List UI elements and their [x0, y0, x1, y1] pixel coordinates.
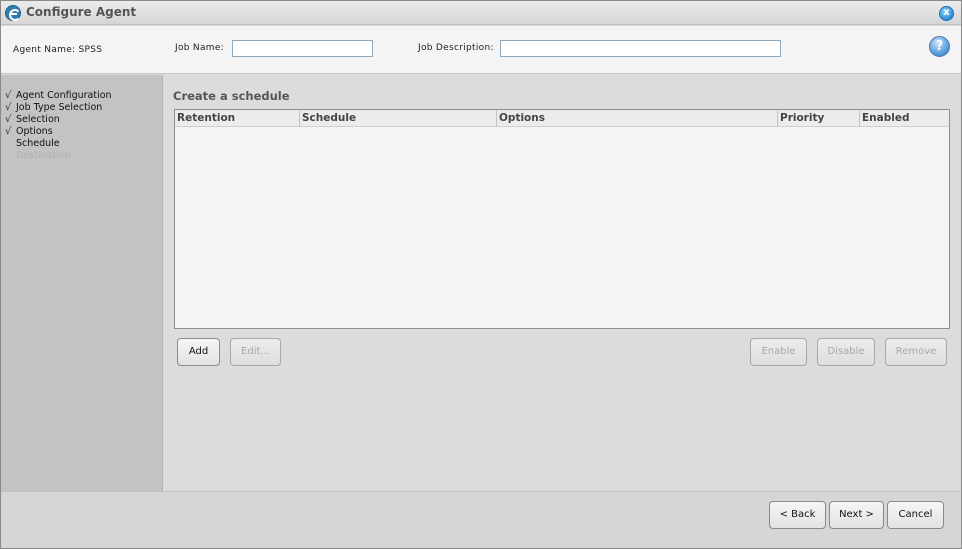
close-icon[interactable]: x — [939, 6, 954, 21]
checkmark-icon: √ — [5, 126, 12, 137]
disable-button[interactable]: Disable — [817, 338, 875, 366]
app-logo-icon — [5, 5, 21, 21]
step-selection[interactable]: √ Selection — [1, 114, 162, 126]
checkmark-icon: √ — [5, 114, 12, 125]
step-schedule[interactable]: Schedule — [1, 138, 162, 150]
table-header: Retention Schedule Options Priority Enab… — [175, 110, 949, 127]
column-header-enabled[interactable]: Enabled — [860, 110, 949, 127]
column-header-schedule[interactable]: Schedule — [300, 110, 497, 127]
schedule-panel: Create a schedule Retention Schedule Opt… — [164, 75, 961, 491]
back-button[interactable]: < Back — [769, 501, 826, 529]
add-button[interactable]: Add — [177, 338, 220, 366]
step-label: Destination — [16, 150, 71, 161]
step-job-type-selection[interactable]: √ Job Type Selection — [1, 102, 162, 114]
next-button[interactable]: Next > — [829, 501, 884, 529]
cancel-button[interactable]: Cancel — [887, 501, 944, 529]
help-icon[interactable]: ? — [929, 36, 950, 57]
step-label: Schedule — [16, 138, 60, 149]
step-label: Selection — [16, 114, 60, 125]
step-label: Options — [16, 126, 53, 137]
edit-button[interactable]: Edit... — [230, 338, 281, 366]
section-title: Create a schedule — [173, 89, 290, 103]
step-agent-configuration[interactable]: √ Agent Configuration — [1, 90, 162, 102]
job-description-input[interactable] — [500, 40, 781, 57]
title-bar: Configure Agent x — [1, 1, 961, 25]
column-header-options[interactable]: Options — [497, 110, 778, 127]
enable-button[interactable]: Enable — [750, 338, 807, 366]
step-label: Agent Configuration — [16, 90, 112, 101]
column-header-priority[interactable]: Priority — [778, 110, 860, 127]
step-options[interactable]: √ Options — [1, 126, 162, 138]
schedule-table[interactable]: Retention Schedule Options Priority Enab… — [174, 109, 950, 329]
window-title: Configure Agent — [26, 5, 137, 19]
configure-agent-window: Configure Agent x Agent Name: SPSS Job N… — [0, 0, 962, 549]
checkmark-icon: √ — [5, 102, 12, 113]
agent-name-label: Agent Name: SPSS — [13, 45, 103, 55]
job-name-label: Job Name: — [175, 43, 225, 53]
column-header-retention[interactable]: Retention — [175, 110, 300, 127]
checkmark-icon: √ — [5, 90, 12, 101]
step-label: Job Type Selection — [16, 102, 103, 113]
step-destination: Destination — [1, 150, 162, 162]
wizard-steps-sidebar: √ Agent Configuration √ Job Type Selecti… — [1, 75, 163, 491]
wizard-footer: < Back Next > Cancel — [1, 491, 961, 548]
job-name-input[interactable] — [232, 40, 373, 57]
job-description-label: Job Description: — [418, 43, 494, 53]
remove-button[interactable]: Remove — [885, 338, 947, 366]
job-header: Agent Name: SPSS Job Name: Job Descripti… — [1, 26, 961, 74]
